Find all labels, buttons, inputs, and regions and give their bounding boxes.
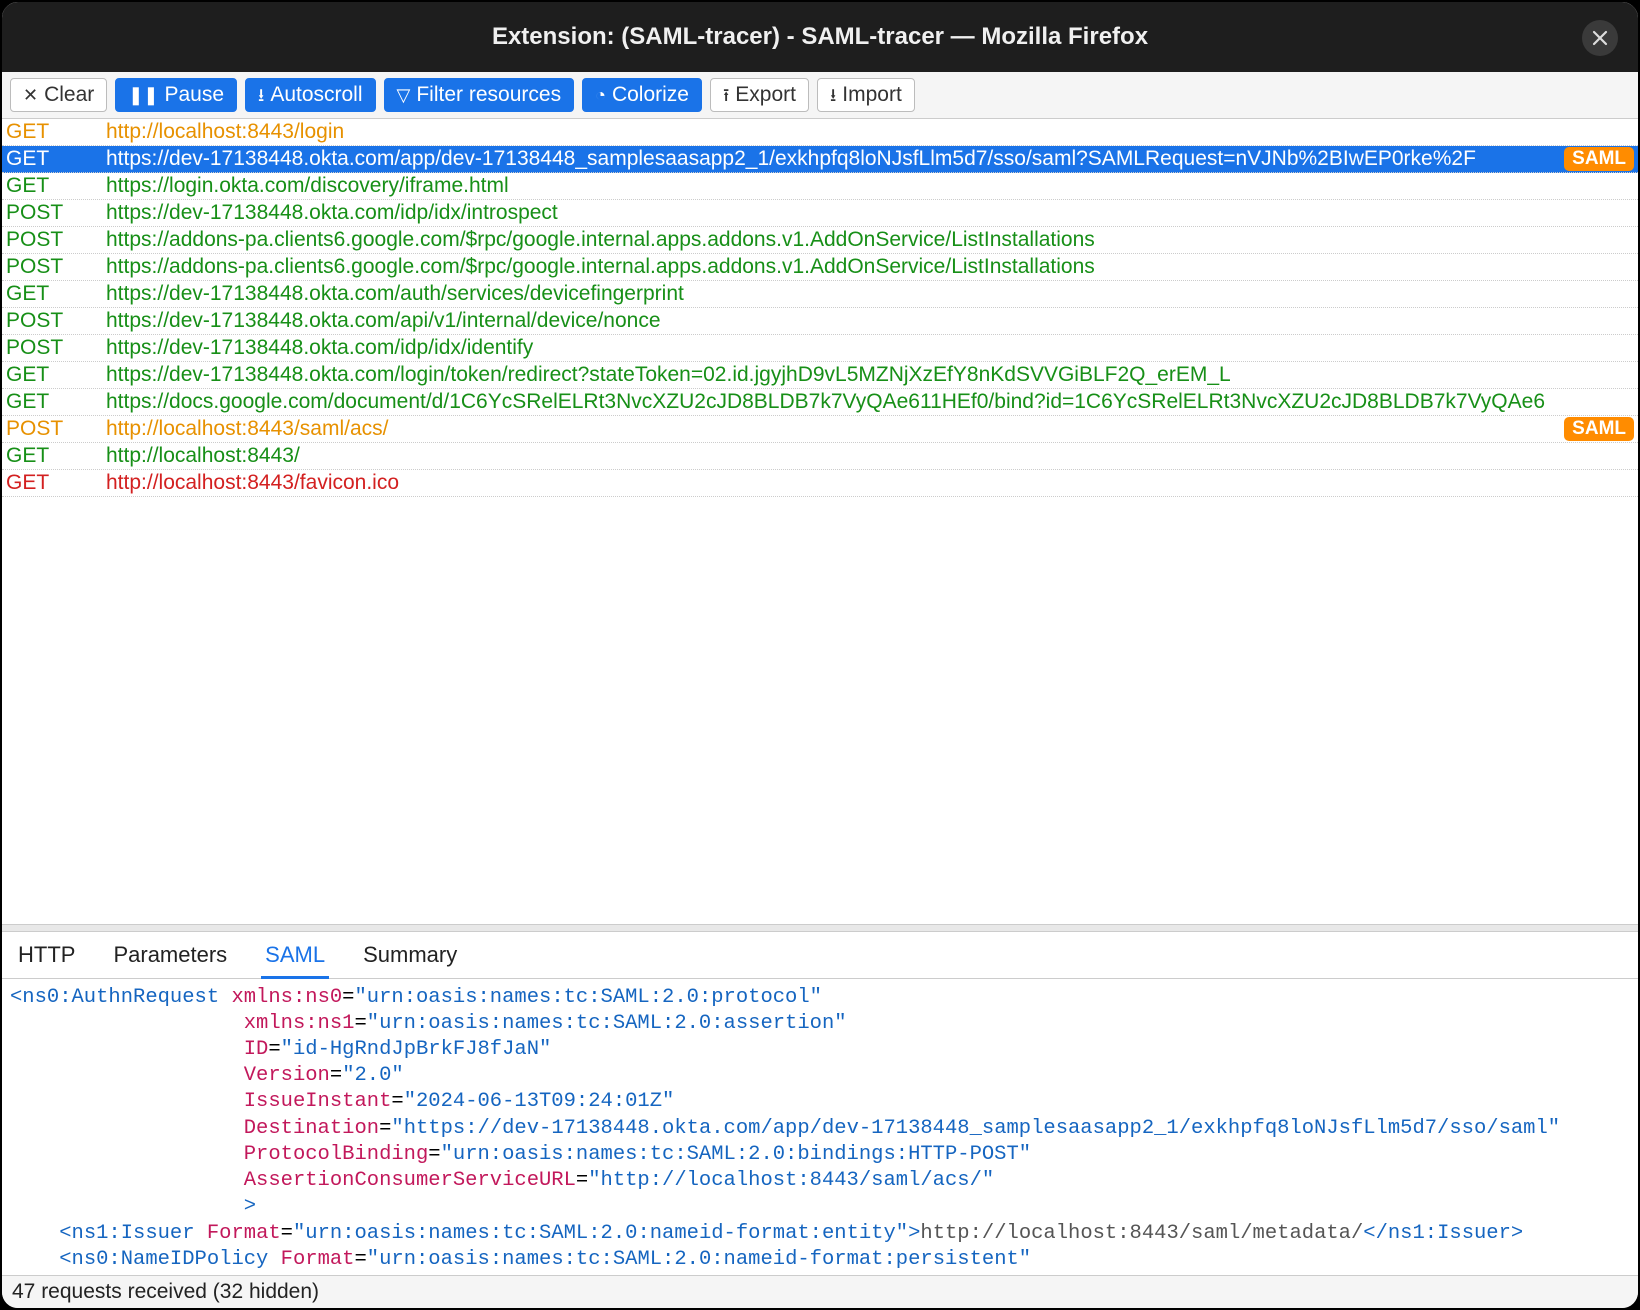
filter-label: Filter resources bbox=[416, 83, 561, 107]
request-row[interactable]: GEThttps://login.okta.com/discovery/ifra… bbox=[2, 173, 1638, 200]
colorize-button[interactable]: ◔ Colorize bbox=[582, 78, 702, 112]
request-row[interactable]: POSThttp://localhost:8443/saml/acs/SAML bbox=[2, 416, 1638, 443]
drop-icon: ◔ bbox=[595, 86, 606, 104]
request-row[interactable]: POSThttps://dev-17138448.okta.com/idp/id… bbox=[2, 335, 1638, 362]
request-url: https://dev-17138448.okta.com/idp/idx/in… bbox=[106, 201, 1634, 225]
request-list[interactable]: GEThttp://localhost:8443/loginGEThttps:/… bbox=[2, 119, 1638, 639]
window-title: Extension: (SAML-tracer) - SAML-tracer —… bbox=[492, 23, 1148, 51]
pause-button[interactable]: ❚❚ Pause bbox=[115, 78, 237, 112]
request-url: http://localhost:8443/favicon.ico bbox=[106, 471, 1634, 495]
export-button[interactable]: ⭱ Export bbox=[710, 78, 809, 112]
clear-button[interactable]: ✕ Clear bbox=[10, 78, 107, 112]
filter-button[interactable]: ▽ Filter resources bbox=[384, 78, 575, 112]
tab-summary[interactable]: Summary bbox=[359, 932, 461, 978]
request-row[interactable]: POSThttps://dev-17138448.okta.com/idp/id… bbox=[2, 200, 1638, 227]
x-icon: ✕ bbox=[23, 86, 38, 104]
import-icon: ⭳ bbox=[830, 86, 836, 104]
request-method: POST bbox=[6, 228, 106, 252]
clear-label: Clear bbox=[44, 83, 94, 107]
request-row[interactable]: GEThttps://dev-17138448.okta.com/app/dev… bbox=[2, 146, 1638, 173]
export-label: Export bbox=[735, 83, 796, 107]
request-url: https://dev-17138448.okta.com/idp/idx/id… bbox=[106, 336, 1634, 360]
request-url: https://dev-17138448.okta.com/auth/servi… bbox=[106, 282, 1634, 306]
request-url: http://localhost:8443/saml/acs/ bbox=[106, 417, 1560, 441]
autoscroll-button[interactable]: ⭳ Autoscroll bbox=[245, 78, 376, 112]
saml-badge: SAML bbox=[1564, 417, 1634, 441]
status-bar: 47 requests received (32 hidden) bbox=[2, 1275, 1638, 1308]
pause-label: Pause bbox=[164, 83, 224, 107]
download-icon: ⭳ bbox=[258, 86, 264, 104]
colorize-label: Colorize bbox=[612, 83, 689, 107]
tab-saml[interactable]: SAML bbox=[261, 932, 329, 979]
request-row[interactable]: GEThttp://localhost:8443/ bbox=[2, 443, 1638, 470]
empty-fill bbox=[2, 639, 1638, 924]
request-row[interactable]: GEThttps://dev-17138448.okta.com/auth/se… bbox=[2, 281, 1638, 308]
request-row[interactable]: POSThttps://addons-pa.clients6.google.co… bbox=[2, 227, 1638, 254]
request-method: GET bbox=[6, 363, 106, 387]
request-url: http://localhost:8443/ bbox=[106, 444, 1634, 468]
request-method: GET bbox=[6, 120, 106, 144]
request-method: GET bbox=[6, 282, 106, 306]
app-window: Extension: (SAML-tracer) - SAML-tracer —… bbox=[0, 0, 1640, 1310]
autoscroll-label: Autoscroll bbox=[270, 83, 362, 107]
request-url: http://localhost:8443/login bbox=[106, 120, 1634, 144]
request-method: POST bbox=[6, 336, 106, 360]
export-icon: ⭱ bbox=[723, 86, 729, 104]
request-row[interactable]: GEThttps://docs.google.com/document/d/1C… bbox=[2, 389, 1638, 416]
import-button[interactable]: ⭳ Import bbox=[817, 78, 915, 112]
splitter[interactable] bbox=[2, 924, 1638, 932]
detail-tabs: HTTP Parameters SAML Summary bbox=[2, 932, 1638, 979]
request-url: https://dev-17138448.okta.com/app/dev-17… bbox=[106, 147, 1560, 171]
tab-http[interactable]: HTTP bbox=[14, 932, 79, 978]
request-url: https://login.okta.com/discovery/iframe.… bbox=[106, 174, 1634, 198]
saml-detail-pane[interactable]: <ns0:AuthnRequest xmlns:ns0="urn:oasis:n… bbox=[2, 979, 1638, 1276]
titlebar: Extension: (SAML-tracer) - SAML-tracer —… bbox=[2, 2, 1638, 72]
close-icon bbox=[1591, 29, 1609, 47]
request-url: https://addons-pa.clients6.google.com/$r… bbox=[106, 228, 1634, 252]
saml-badge: SAML bbox=[1564, 147, 1634, 171]
request-row[interactable]: POSThttps://dev-17138448.okta.com/api/v1… bbox=[2, 308, 1638, 335]
filter-icon: ▽ bbox=[397, 86, 411, 104]
request-row[interactable]: GEThttp://localhost:8443/favicon.ico bbox=[2, 470, 1638, 497]
request-row[interactable]: GEThttp://localhost:8443/login bbox=[2, 119, 1638, 146]
request-url: https://dev-17138448.okta.com/login/toke… bbox=[106, 363, 1634, 387]
request-method: POST bbox=[6, 309, 106, 333]
request-row[interactable]: GEThttps://dev-17138448.okta.com/login/t… bbox=[2, 362, 1638, 389]
request-method: GET bbox=[6, 147, 106, 171]
request-method: POST bbox=[6, 201, 106, 225]
pause-icon: ❚❚ bbox=[128, 86, 158, 104]
request-method: POST bbox=[6, 255, 106, 279]
tab-parameters[interactable]: Parameters bbox=[109, 932, 231, 978]
request-row[interactable]: POSThttps://addons-pa.clients6.google.co… bbox=[2, 254, 1638, 281]
toolbar: ✕ Clear ❚❚ Pause ⭳ Autoscroll ▽ Filter resou… bbox=[2, 72, 1638, 119]
import-label: Import bbox=[842, 83, 902, 107]
request-method: GET bbox=[6, 174, 106, 198]
request-url: https://dev-17138448.okta.com/api/v1/int… bbox=[106, 309, 1634, 333]
request-method: GET bbox=[6, 471, 106, 495]
request-url: https://docs.google.com/document/d/1C6Yc… bbox=[106, 390, 1634, 414]
window-close-button[interactable] bbox=[1582, 20, 1618, 56]
request-method: GET bbox=[6, 390, 106, 414]
request-method: GET bbox=[6, 444, 106, 468]
request-method: POST bbox=[6, 417, 106, 441]
request-url: https://addons-pa.clients6.google.com/$r… bbox=[106, 255, 1634, 279]
